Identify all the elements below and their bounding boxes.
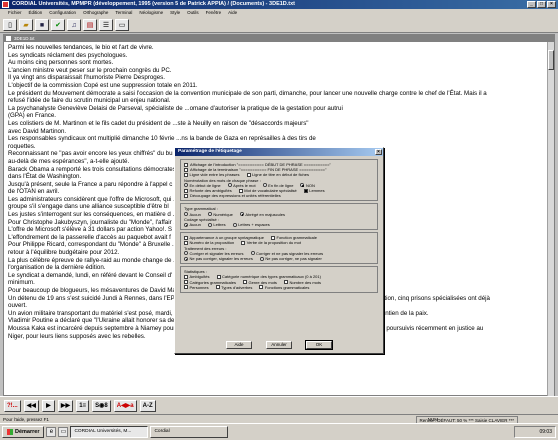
cancel-button[interactable]: Annuler (266, 341, 292, 349)
list-button[interactable]: 1≡ (76, 399, 90, 412)
app-title: CORDIAL Universités, MPMPR (développemen… (12, 1, 296, 7)
menu-bar: Fichier Édition Configuration Orthograph… (0, 9, 558, 17)
vertical-scrollbar[interactable] (547, 42, 554, 396)
type-group: Type grammatical : Aucun Numérique Abrég… (180, 203, 378, 231)
document-titlebar: 3DE1D.txt (4, 35, 554, 42)
taskbar-item-cordial[interactable]: Cordial (150, 426, 229, 438)
save-icon[interactable]: ■ (35, 19, 49, 31)
radio-type-abbrev[interactable]: Abrégé en majuscules (239, 212, 285, 217)
document-icon (6, 36, 11, 41)
quicklaunch-ie-icon[interactable]: e (46, 427, 57, 437)
rewind-button[interactable]: ◀◀ (23, 399, 39, 412)
menu-file[interactable]: Fichier (8, 9, 22, 17)
radio-codage-none[interactable]: Aucun (184, 222, 201, 227)
stat-functions[interactable]: Fonctions grammaticales (259, 285, 309, 290)
stats-group: Statistiques : Ambiguïtés Catégorie numé… (180, 266, 378, 294)
open-folder-icon[interactable]: ▰ (19, 19, 33, 31)
list-icon[interactable]: ☰ (99, 19, 113, 31)
checkbox[interactable] (184, 162, 188, 167)
sound-icon[interactable]: ♫ (67, 19, 81, 31)
scroll-thumb[interactable] (548, 50, 554, 70)
option-lemmas[interactable]: Lemmes (303, 188, 325, 193)
dialog-close-icon[interactable]: × (375, 149, 382, 155)
windows-flag-icon (7, 429, 13, 435)
bottom-toolbar: ?!... ◀◀ ▶ ▶▶ 1≡ S◉8 A◀▶a A-Z (0, 396, 558, 414)
help-query-button[interactable]: ?!... (4, 399, 21, 412)
display-options-group: Affichage de l'introduction "===========… (180, 159, 378, 202)
case-button[interactable]: A◀▶a (113, 399, 137, 412)
tagging-settings-dialog: Paramétrage de l'étiquetage × Affichage … (174, 147, 384, 354)
dialog-title: Paramétrage de l'étiquetage (178, 149, 242, 154)
text-line: avec David Martinon. (8, 127, 67, 135)
dialog-titlebar: Paramétrage de l'étiquetage × (175, 148, 383, 156)
text-line: refusé l'idée de faire du scrutin munici… (8, 97, 171, 105)
text-line: Les syndicats réclament des psychologues… (8, 51, 128, 59)
correct-icon[interactable]: ✔ (51, 19, 65, 31)
stat-adverbs[interactable]: Types d'adverbes (215, 285, 252, 290)
menu-terminal[interactable]: Terminal (115, 9, 132, 17)
menu-neologism[interactable]: Néologisme (139, 9, 163, 17)
menu-window[interactable]: Fenêtre (206, 9, 222, 17)
option-verb[interactable]: Verbe de la proposition du mot (241, 240, 301, 245)
status-bar: Pour l'aide, pressez F1 NUM Renvoi : DÉF… (0, 414, 558, 425)
menu-help[interactable]: Aide (228, 9, 237, 17)
option-empty-line[interactable]: Ligne vide entre les phrases (184, 172, 240, 177)
text-line: L'objectif de la commission Copé est une… (8, 81, 198, 89)
quicklaunch-desktop-icon[interactable]: ▭ (58, 427, 69, 437)
radio-codage-letters-spaces[interactable]: Lettres + espaces (232, 222, 270, 227)
text-line: L'ancien ministre veut peser sur le proc… (8, 66, 172, 74)
ok-button[interactable]: OK (305, 340, 333, 350)
app-titlebar: CORDIAL Universités, MPMPR (développemen… (0, 0, 558, 9)
document-title: 3DE1D.txt (14, 36, 35, 41)
stat-persons[interactable]: Personnes (184, 285, 209, 290)
option-decoupage[interactable]: Découpage des expressions et unités réfé… (184, 193, 374, 198)
close-icon[interactable]: × (547, 1, 556, 8)
new-doc-icon[interactable]: ▯ (3, 19, 17, 31)
text-line: Les responsables syndicaux ont multiplié… (8, 135, 316, 143)
system-tray-clock: 09:03 (514, 426, 556, 438)
text-line: Parmi les nouvelles tendances, le bio et… (8, 44, 154, 51)
taskbar-item-cordial-univ[interactable]: CORDIAL Universités, M... (70, 426, 149, 438)
minimize-icon[interactable]: _ (527, 1, 536, 8)
text-line: Il ya vingt ans disparaissait l'humorist… (8, 74, 165, 82)
radio-err-3[interactable]: Ne pas corriger, signaler les erreurs (184, 256, 253, 261)
radio-codage-letters[interactable]: Lettres (207, 222, 226, 227)
syntax-group: Appartenance à un groupe syntagmatique F… (180, 232, 378, 265)
text-line: La psychanalyste Geneviève Delaisi de Pa… (8, 104, 343, 112)
app-icon (2, 1, 9, 8)
menu-style[interactable]: Style (170, 9, 180, 17)
option-proposition[interactable]: Numéro de la proposition (184, 240, 234, 245)
play-button[interactable]: ▶ (41, 399, 55, 412)
text-line: Les colistiers de M. Martinon et le fils… (8, 119, 309, 127)
text-line: Au moins cinq personnes sont mortes. (8, 59, 114, 67)
taskbar: Démarrer e ▭ CORDIAL Universités, M... C… (0, 423, 558, 440)
forward-button[interactable]: ▶▶ (57, 399, 74, 412)
text-line: (GPA) en France. (8, 112, 57, 120)
main-toolbar: ▯ ▰ ■ ✔ ♫ ▤ ☰ ▭ (0, 17, 558, 33)
start-button[interactable]: Démarrer (2, 426, 45, 438)
menu-spelling[interactable]: Orthographe (83, 9, 108, 17)
text-line: Le président du Mouvement démocrate a sa… (8, 89, 487, 97)
synonyms-button[interactable]: S◉8 (92, 399, 111, 412)
menu-tools[interactable]: Outils (187, 9, 199, 17)
menu-configuration[interactable]: Configuration (49, 9, 76, 17)
maximize-icon[interactable]: □ (537, 1, 546, 8)
checkbox[interactable] (184, 167, 188, 172)
thesaurus-icon[interactable]: ▤ (83, 19, 97, 31)
menu-edit[interactable]: Édition (29, 9, 43, 17)
radio-err-4[interactable]: Ne pas corriger, ne pas signaler (259, 256, 322, 261)
frame-icon[interactable]: ▭ (115, 19, 129, 31)
option-title-line[interactable]: Ligne de titre en début de fiches (246, 172, 309, 177)
sort-button[interactable]: A-Z (139, 399, 156, 412)
help-button[interactable]: Aide (226, 341, 252, 349)
